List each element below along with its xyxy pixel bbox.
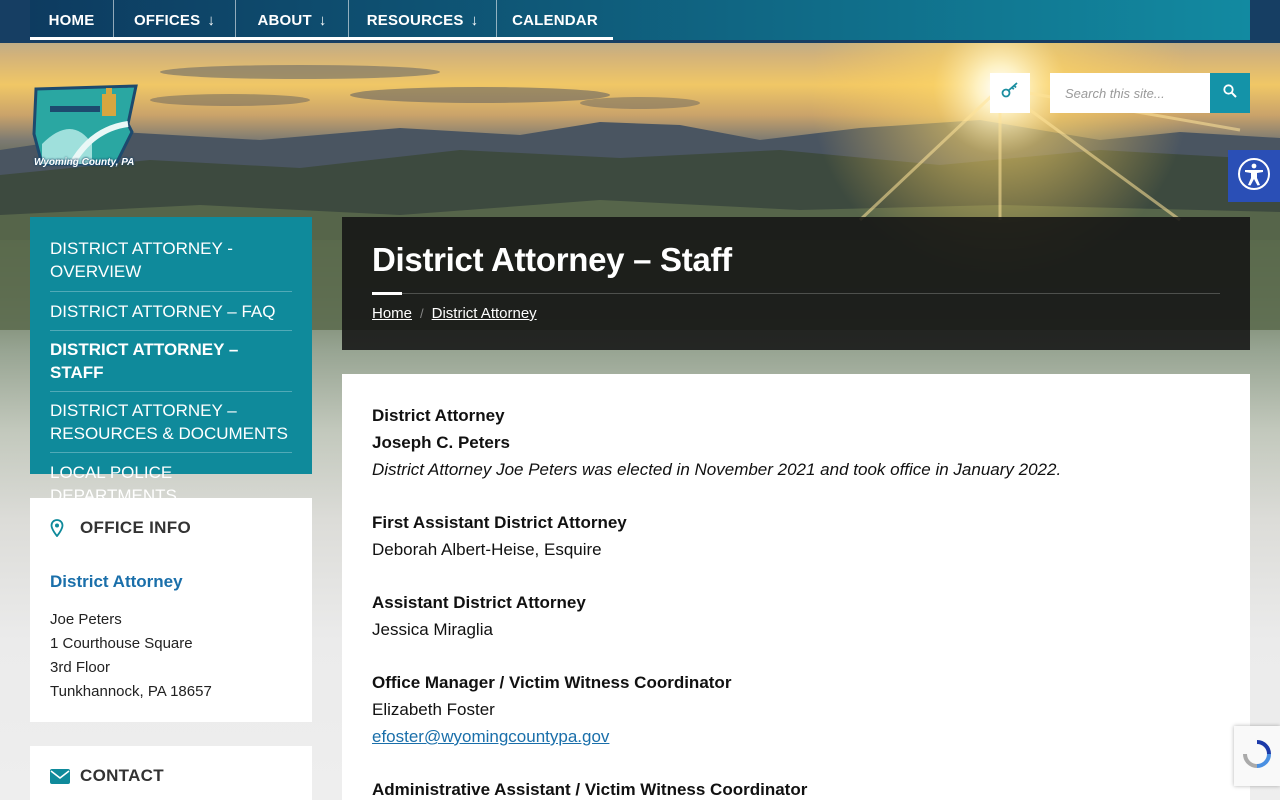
address-line: Tunkhannock, PA 18657 <box>50 683 212 700</box>
accessibility-icon <box>1237 157 1271 196</box>
breadcrumb: Home / District Attorney <box>372 305 537 322</box>
nav-offices[interactable]: OFFICES ↓ <box>114 0 236 40</box>
breadcrumb-home[interactable]: Home <box>372 305 412 322</box>
search-input[interactable] <box>1050 73 1210 113</box>
staff-role: First Assistant District Attorney <box>372 513 627 532</box>
title-divider <box>402 293 1220 294</box>
nav-resources[interactable]: RESOURCES ↓ <box>349 0 497 40</box>
menu-item-staff[interactable]: DISTRICT ATTORNEY – STAFF <box>50 331 292 392</box>
staff-entry-assistant: Assistant District Attorney Jessica Mira… <box>372 589 1220 643</box>
nav-underline <box>30 37 613 40</box>
district-attorney-menu: DISTRICT ATTORNEY - OVERVIEW DISTRICT AT… <box>30 217 312 505</box>
nav-home[interactable]: HOME <box>30 0 114 40</box>
staff-role: District Attorney <box>372 406 505 425</box>
recaptcha-icon <box>1242 739 1272 774</box>
contact-heading: CONTACT <box>50 766 292 786</box>
office-address: Joe Peters 1 Courthouse Square 3rd Floor… <box>50 608 292 704</box>
staff-email-link[interactable]: efoster@wyomingcountypa.gov <box>372 727 609 746</box>
staff-entry-admin-assistant: Administrative Assistant / Victim Witnes… <box>372 776 1220 800</box>
contact-title: CONTACT <box>80 766 164 785</box>
nav-calendar[interactable]: CALENDAR <box>497 0 613 40</box>
nav-about[interactable]: ABOUT ↓ <box>236 0 349 40</box>
top-navigation-bar: HOME OFFICES ↓ ABOUT ↓ RESOURCES ↓ CALEN… <box>0 0 1280 43</box>
title-accent-bar <box>372 292 402 295</box>
key-icon <box>1001 81 1019 105</box>
arrow-down-icon: ↓ <box>318 11 327 29</box>
login-key-button[interactable] <box>990 73 1030 113</box>
nav-offices-label: OFFICES <box>133 11 201 29</box>
breadcrumb-separator: / <box>420 306 424 321</box>
map-pin-icon <box>50 519 70 537</box>
arrow-down-icon: ↓ <box>470 11 479 29</box>
breadcrumb-district-attorney[interactable]: District Attorney <box>432 305 537 322</box>
contact-widget: CONTACT <box>30 746 312 800</box>
address-line: 3rd Floor <box>50 659 111 676</box>
address-line: 1 Courthouse Square <box>50 635 193 652</box>
office-info-widget: OFFICE INFO District Attorney Joe Peters… <box>30 498 312 722</box>
menu-item-overview[interactable]: DISTRICT ATTORNEY - OVERVIEW <box>50 217 292 292</box>
county-logo-text: Wyoming County, PA <box>34 157 135 168</box>
staff-entry-first-assistant: First Assistant District Attorney Debora… <box>372 509 1220 563</box>
staff-role: Office Manager / Victim Witness Coordina… <box>372 673 732 692</box>
staff-entry-district-attorney: District Attorney Joseph C. Peters Distr… <box>372 402 1220 483</box>
office-info-heading: OFFICE INFO <box>50 518 292 538</box>
staff-entry-office-manager: Office Manager / Victim Witness Coordina… <box>372 669 1220 750</box>
page-title: District Attorney – Staff <box>372 241 732 278</box>
menu-item-resources-documents[interactable]: DISTRICT ATTORNEY – RESOURCES & DOCUMENT… <box>50 392 292 453</box>
nav-about-label: ABOUT <box>257 11 312 29</box>
page-title-banner: District Attorney – Staff Home / Distric… <box>342 217 1250 350</box>
search-button[interactable] <box>1210 73 1250 113</box>
office-info-title: OFFICE INFO <box>80 518 191 537</box>
staff-name: Elizabeth Foster <box>372 700 495 719</box>
nav-calendar-label: CALENDAR <box>512 11 598 29</box>
staff-role: Administrative Assistant / Victim Witnes… <box>372 780 808 799</box>
staff-name: Deborah Albert-Heise, Esquire <box>372 540 602 559</box>
staff-note: District Attorney Joe Peters was elected… <box>372 460 1062 479</box>
nav-home-label: HOME <box>48 11 95 29</box>
staff-content: District Attorney Joseph C. Peters Distr… <box>342 374 1250 800</box>
staff-name: Joseph C. Peters <box>372 433 510 452</box>
menu-item-faq[interactable]: DISTRICT ATTORNEY – FAQ <box>50 292 292 331</box>
staff-role: Assistant District Attorney <box>372 593 586 612</box>
envelope-icon <box>50 768 70 784</box>
arrow-down-icon: ↓ <box>207 11 216 29</box>
staff-name: Jessica Miraglia <box>372 620 493 639</box>
recaptcha-badge[interactable] <box>1234 726 1280 786</box>
search-icon <box>1223 83 1237 103</box>
nav-resources-label: RESOURCES <box>366 11 464 29</box>
address-line: Joe Peters <box>50 611 122 628</box>
accessibility-button[interactable] <box>1228 150 1280 202</box>
office-name-link[interactable]: District Attorney <box>50 572 292 592</box>
